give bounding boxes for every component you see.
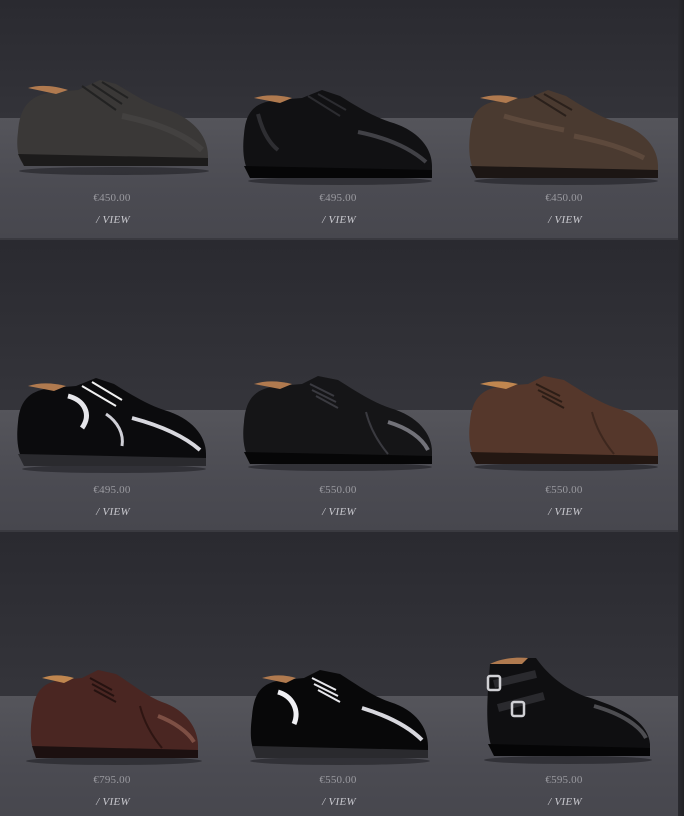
product-row-1: €450.00 / VIEW €495.00 / VIEW €450.00 / … [0,0,678,238]
shoe-image[interactable] [238,666,438,766]
shoe-image[interactable] [12,666,212,766]
view-product-link[interactable]: / VIEW [226,214,452,226]
shoe-image[interactable] [464,650,664,766]
view-product-link[interactable]: / VIEW [452,214,678,226]
product-price: €450.00 [93,192,131,204]
shoe-image[interactable] [238,86,438,186]
product-price: €550.00 [319,484,357,496]
product-price: €495.00 [319,192,357,204]
view-product-link[interactable]: / VIEW [226,796,452,808]
shoe-image[interactable] [464,86,664,186]
view-product-link[interactable]: / VIEW [0,796,226,808]
product-card[interactable]: €450.00 / VIEW [452,0,678,238]
view-product-link[interactable]: / VIEW [452,796,678,808]
shoe-image[interactable] [12,374,212,474]
product-price: €550.00 [319,774,357,786]
product-card[interactable]: €550.00 / VIEW [226,532,452,816]
view-product-link[interactable]: / VIEW [0,214,226,226]
product-price: €550.00 [545,484,583,496]
product-card[interactable]: €550.00 / VIEW [226,240,452,530]
product-row-2: €495.00 / VIEW €550.00 / VIEW €550.00 / … [0,240,678,530]
product-card[interactable]: €495.00 / VIEW [0,240,226,530]
product-card[interactable]: €495.00 / VIEW [226,0,452,238]
view-product-link[interactable]: / VIEW [226,506,452,518]
shoe-image[interactable] [464,372,664,472]
scrollbar-edge [678,0,684,816]
product-card[interactable]: €450.00 / VIEW [0,0,226,238]
product-card[interactable]: €550.00 / VIEW [452,240,678,530]
product-grid-page: €450.00 / VIEW €495.00 / VIEW €450.00 / … [0,0,684,816]
product-card[interactable]: €795.00 / VIEW [0,532,226,816]
product-price: €495.00 [93,484,131,496]
view-product-link[interactable]: / VIEW [0,506,226,518]
product-price: €795.00 [93,774,131,786]
product-price: €595.00 [545,774,583,786]
view-product-link[interactable]: / VIEW [452,506,678,518]
product-price: €450.00 [545,192,583,204]
product-card[interactable]: €595.00 / VIEW [452,532,678,816]
shoe-image[interactable] [238,372,438,472]
shoe-image[interactable] [12,76,212,176]
product-row-3: €795.00 / VIEW €550.00 / VIEW €595.00 / … [0,532,678,816]
